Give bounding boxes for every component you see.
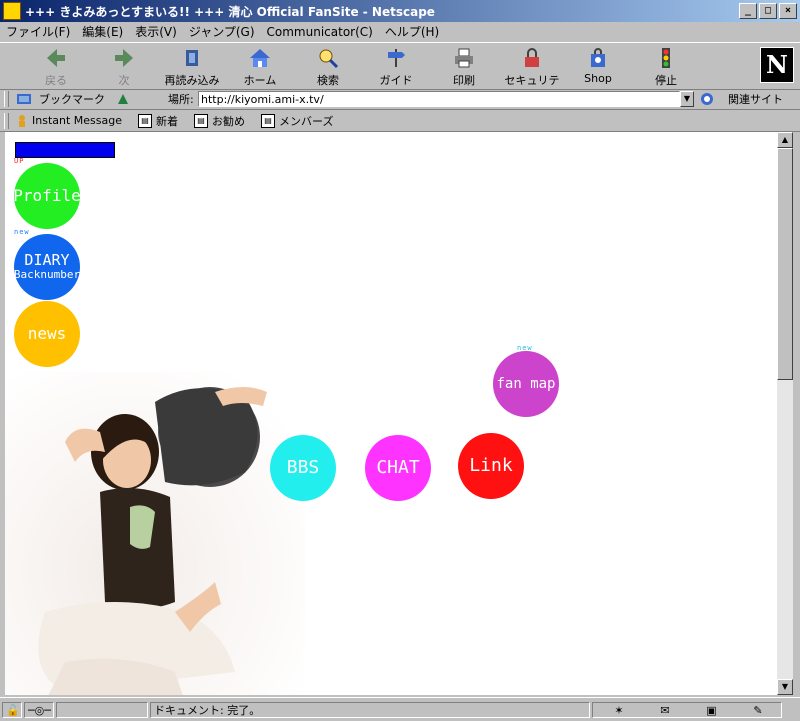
back-button[interactable]: 戻る: [24, 47, 88, 88]
related-sites-button[interactable]: 関連サイト: [728, 91, 783, 107]
search-icon: [319, 49, 339, 69]
menu-go[interactable]: ジャンプ(G): [183, 23, 261, 40]
menu-help[interactable]: ヘルプ(H): [379, 23, 445, 40]
instant-message-icon: [19, 114, 25, 127]
security-lock-icon: [525, 48, 539, 67]
personal-toolbar: Instant Message ▤ 新着 ▤ お勧め ▤ メンバーズ: [0, 110, 800, 132]
guide-label: ガイド: [379, 74, 413, 87]
navigation-toolbar: 戻る 次 再読み込み ホーム 検索 ガイド 印刷 セキュリティ Shop 停止 …: [0, 42, 800, 103]
forward-arrow-icon: [115, 49, 133, 67]
back-label: 戻る: [45, 74, 67, 87]
title-bar: +++ きよみあっとすまいる!! +++ 清心 Official FanSite…: [0, 0, 800, 22]
bookmark-members[interactable]: ▤ メンバーズ: [261, 113, 333, 129]
scroll-thumb[interactable]: [777, 148, 793, 380]
status-text: ドキュメント: 完了。: [150, 701, 590, 718]
reload-icon: [186, 50, 198, 66]
back-arrow-icon: [47, 49, 65, 67]
minimize-button[interactable]: _: [739, 3, 757, 19]
chat-button[interactable]: CHAT: [365, 435, 431, 501]
instant-message-label: Instant Message: [32, 114, 122, 127]
diary-backnumber-label: Backnumber: [13, 268, 81, 282]
home-label: ホーム: [243, 74, 277, 87]
scroll-down-button[interactable]: ▼: [777, 679, 793, 695]
shop-label: Shop: [584, 72, 612, 85]
link-button[interactable]: Link: [458, 433, 524, 499]
top-banner[interactable]: [15, 142, 115, 158]
printer-icon: [455, 48, 473, 68]
bookmark-members-label: メンバーズ: [279, 114, 334, 128]
stop-icon: [662, 48, 670, 68]
component-bar: ✶ ✉ ▣ ✎: [592, 701, 782, 718]
guide-button[interactable]: ガイド: [364, 47, 428, 88]
menu-view[interactable]: 表示(V): [129, 23, 183, 40]
status-bar: 🔓 ─◎─ ドキュメント: 完了。 ✶ ✉ ▣ ✎: [0, 697, 800, 721]
reload-button[interactable]: 再読み込み: [160, 47, 224, 88]
bookmark-page-icon: ▤: [138, 113, 152, 128]
shop-bag-icon: [591, 48, 605, 67]
diary-button[interactable]: DIARY Backnumber: [14, 234, 80, 300]
bookmark-page-icon: ▤: [194, 113, 208, 128]
personal-toolbar-grip[interactable]: [4, 112, 9, 129]
security-status-icon[interactable]: 🔓: [2, 701, 22, 718]
print-label: 印刷: [453, 74, 475, 87]
fan-map-button[interactable]: fan map: [493, 351, 559, 417]
connection-icon: ─◎─: [24, 701, 54, 718]
profile-button[interactable]: Profile: [13, 163, 81, 229]
netscape-logo[interactable]: N: [760, 47, 794, 83]
menu-file[interactable]: ファイル(F): [0, 23, 76, 40]
new-tag-diary: new: [14, 228, 30, 236]
shop-button[interactable]: Shop: [566, 47, 630, 85]
vertical-scrollbar[interactable]: ▲ ▼: [777, 132, 793, 695]
navigator-icon[interactable]: ✶: [614, 703, 623, 717]
reload-label: 再読み込み: [164, 74, 220, 87]
artist-photo: [5, 372, 305, 695]
print-button[interactable]: 印刷: [432, 47, 496, 88]
stop-button[interactable]: 停止: [634, 47, 698, 88]
forward-button[interactable]: 次: [92, 47, 156, 88]
guide-signpost-icon: [388, 49, 405, 67]
forward-label: 次: [118, 74, 130, 87]
composer-icon[interactable]: ✎: [753, 703, 762, 717]
location-bar: ブックマーク 場所: http://kiyomi.ami-x.tv/ ▼ 関連サ…: [0, 89, 800, 110]
stop-label: 停止: [655, 74, 677, 87]
progress-field: [56, 701, 148, 718]
bookmark-page-icon: ▤: [261, 113, 275, 128]
home-button[interactable]: ホーム: [228, 47, 292, 88]
bbs-button[interactable]: BBS: [270, 435, 336, 501]
maximize-button[interactable]: □: [759, 3, 777, 19]
bookmark-new-label: 新着: [156, 114, 178, 128]
netscape-app-icon[interactable]: [3, 2, 21, 20]
scroll-up-button[interactable]: ▲: [777, 132, 793, 148]
url-input[interactable]: http://kiyomi.ami-x.tv/: [198, 91, 680, 107]
related-sites-icon: [701, 93, 713, 105]
page-content: UP Profile new DIARY Backnumber news new…: [5, 132, 777, 695]
mail-icon[interactable]: ✉: [660, 703, 669, 717]
news-button[interactable]: news: [14, 301, 80, 367]
discussion-icon[interactable]: ▣: [706, 703, 716, 717]
bookmark-recommend[interactable]: ▤ お勧め: [194, 113, 245, 129]
diary-label: DIARY: [24, 251, 70, 270]
menu-edit[interactable]: 編集(E): [76, 23, 129, 40]
menu-communicator[interactable]: Communicator(C): [261, 25, 379, 39]
up-tag: UP: [14, 157, 25, 165]
search-button[interactable]: 検索: [296, 47, 360, 88]
close-button[interactable]: ×: [779, 3, 797, 19]
search-label: 検索: [317, 74, 339, 87]
window-title: +++ きよみあっとすまいる!! +++ 清心 Official FanSite…: [25, 4, 435, 19]
bookmark-recommend-label: お勧め: [212, 114, 245, 128]
instant-message-button[interactable]: Instant Message: [15, 114, 122, 128]
home-icon: [250, 49, 270, 67]
menu-bar: ファイル(F) 編集(E) 表示(V) ジャンプ(G) Communicator…: [0, 22, 800, 41]
url-dropdown-button[interactable]: ▼: [680, 91, 694, 107]
bookmark-new[interactable]: ▤ 新着: [138, 113, 178, 129]
